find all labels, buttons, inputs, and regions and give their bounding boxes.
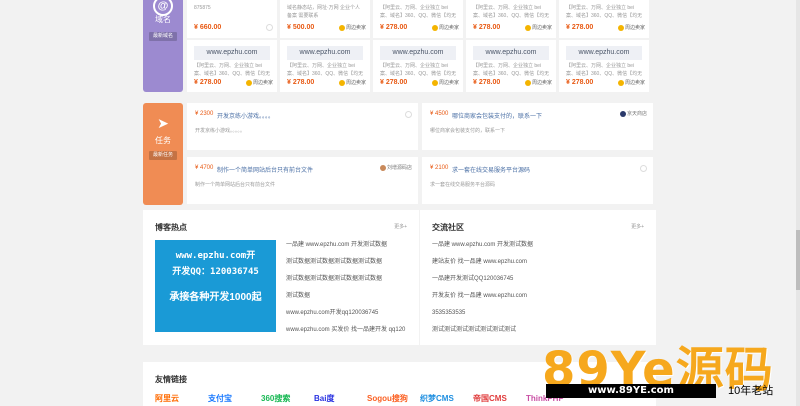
domain-card[interactable]: www.epzhu.com 【阿里云、万网、企业独立 bei案、域名】360、Q… (466, 40, 556, 92)
domain-card[interactable]: 875875 ¥ 660.00 (187, 0, 277, 38)
task-user[interactable]: 京天商店 (619, 110, 647, 117)
blog-item[interactable]: 测试数据 (286, 288, 414, 305)
watermark-url: www.89YE.com (546, 384, 716, 398)
domain-name[interactable]: www.epzhu.com (566, 46, 642, 60)
task-category-title: 任务 (155, 136, 171, 145)
seller-icon (524, 79, 531, 86)
blog-banner[interactable]: www.epzhu.com开 开发QQ：120036745 承接各种开发1000… (155, 240, 276, 332)
domain-card[interactable]: 域名静态站，网址·万网 企业个人备案 需要联系 ¥ 500.00 周边卖家 (280, 0, 370, 38)
seller-badge: 周边卖家 (617, 79, 645, 86)
friend-link-logo[interactable]: 360搜索 (261, 392, 290, 406)
seller-badge: 周边卖家 (524, 24, 552, 31)
domain-card[interactable]: 【阿里云、万网、企业独立 bei案、域名】360、QQ、微信【均无 ¥ 278.… (466, 0, 556, 38)
community-panel: 交流社区 更多+ 一品建 www.epzhu.com 开发测试数据 建站友价 找… (420, 210, 656, 345)
blog-panel: 博客热点 更多+ www.epzhu.com开 开发QQ：120036745 承… (143, 210, 419, 345)
domain-section: @ 域名 最新域名 875875 ¥ 660.00 域名静态站，网址·万网 企业… (143, 0, 656, 92)
task-title[interactable]: 制作一个简单网站后台只有前台文件 (217, 165, 313, 174)
domain-card[interactable]: www.epzhu.com 【阿里云、万网、企业独立 bei案、域名】360、Q… (559, 40, 649, 92)
ring-icon (640, 165, 647, 172)
seller-icon (431, 24, 438, 31)
send-icon: ➤ (157, 115, 169, 131)
domain-card[interactable]: 【阿里云、万网、企业独立 bei案、域名】360、QQ、微信【均无 ¥ 278.… (373, 0, 463, 38)
domain-card[interactable]: www.epzhu.com 【阿里云、万网、企业独立 bei案、域名】360、Q… (187, 40, 277, 92)
community-more-link[interactable]: 更多+ (631, 223, 644, 230)
avatar (619, 110, 626, 117)
blog-more-link[interactable]: 更多+ (394, 223, 407, 230)
domain-name[interactable]: www.epzhu.com (473, 46, 549, 60)
scrollbar-thumb[interactable] (796, 230, 800, 290)
task-title[interactable]: 哪位商家会包装支付的，联系一下 (452, 111, 542, 120)
seller-badge: 周边卖家 (245, 79, 273, 86)
blog-item[interactable]: www.epzhu.com 买发价 找一品建开发 qq120 (286, 322, 414, 339)
community-item[interactable]: 3535353535 (432, 305, 642, 322)
task-user[interactable]: 刘增源码店 (379, 164, 412, 171)
domain-card[interactable]: 【阿里云、万网、企业独立 bei案、域名】360、QQ、微信【均无 ¥ 278.… (559, 0, 649, 38)
friend-link-logo[interactable]: 织梦CMS (420, 392, 454, 406)
task-title[interactable]: 开发京练小游戏。。。。 (217, 111, 274, 120)
seller-icon (617, 24, 624, 31)
domain-card[interactable]: www.epzhu.com 【阿里云、万网、企业独立 bei案、域名】360、Q… (373, 40, 463, 92)
task-section: ➤ 任务 最新任务 ¥ 2300 开发京练小游戏。。。。 开发京练小游戏。。。。… (143, 103, 656, 205)
task-category-block[interactable]: ➤ 任务 最新任务 (143, 103, 183, 205)
seller-icon (431, 79, 438, 86)
friend-link-logo[interactable]: 阿里云 (155, 392, 179, 406)
domain-category-title: 域名 (155, 15, 171, 24)
community-title: 交流社区 (432, 223, 464, 232)
task-item[interactable]: ¥ 2100 求一套在线交易服务平台源码 求一套在线交易服务平台源码 (422, 157, 653, 204)
friend-link-logo[interactable]: Sogou搜狗 (367, 392, 408, 406)
ring-icon (405, 111, 412, 118)
community-list: 一品建 www.epzhu.com 开发测试数据 建站友价 找一品建 www.e… (432, 237, 642, 339)
community-item[interactable]: 一品建开发测试QQ120036745 (432, 271, 642, 288)
friend-link-logo[interactable]: 帝国CMS (473, 392, 507, 406)
community-item[interactable]: 建站友价 找一品建 www.epzhu.com (432, 254, 642, 271)
blog-item[interactable]: www.epzhu.com开发qq120036745 (286, 305, 414, 322)
watermark: 89Ye源码 www.89YE.com 10年老站 (542, 330, 800, 406)
community-item[interactable]: 一品建 www.epzhu.com 开发测试数据 (432, 237, 642, 254)
domain-name[interactable]: www.epzhu.com (380, 46, 456, 60)
domain-name[interactable]: www.epzhu.com (287, 46, 363, 60)
friend-links-title: 友情链接 (155, 375, 187, 384)
community-item[interactable]: 开发友价 找一品建 www.epzhu.com (432, 288, 642, 305)
seller-badge: 周边卖家 (338, 24, 366, 31)
blog-item[interactable]: 测试数据测试数据测试数据测试数据 (286, 271, 414, 288)
scrollbar[interactable] (796, 0, 800, 406)
seller-badge: 周边卖家 (431, 79, 459, 86)
domain-category-tag[interactable]: 最新域名 (149, 32, 177, 41)
seller-icon (524, 24, 531, 31)
seller-icon (338, 24, 345, 31)
blog-list: 一品建 www.epzhu.com 开发测试数据 测试数据测试数据测试数据测试数… (286, 237, 414, 339)
domain-name[interactable]: www.epzhu.com (194, 46, 270, 60)
blog-title: 博客热点 (155, 223, 187, 232)
seller-icon (245, 79, 252, 86)
task-title[interactable]: 求一套在线交易服务平台源码 (452, 165, 530, 174)
task-item[interactable]: ¥ 2300 开发京练小游戏。。。。 开发京练小游戏。。。。。 (187, 103, 418, 150)
seller-badge: 周边卖家 (338, 79, 366, 86)
seller-badge: 周边卖家 (524, 79, 552, 86)
task-item[interactable]: ¥ 4500 哪位商家会包装支付的，联系一下 哪位商家会包装支付的，联系一下 京… (422, 103, 653, 150)
blog-item[interactable]: 测试数据测试数据测试数据测试数据 (286, 254, 414, 271)
seller-badge: 周边卖家 (617, 24, 645, 31)
blog-item[interactable]: 一品建 www.epzhu.com 开发测试数据 (286, 237, 414, 254)
friend-link-logo[interactable]: 支付宝 (208, 392, 232, 406)
domain-card[interactable]: www.epzhu.com 【阿里云、万网、企业独立 bei案、域名】360、Q… (280, 40, 370, 92)
seller-badge: 周边卖家 (431, 24, 459, 31)
friend-link-logo[interactable]: Bai度 (314, 392, 334, 406)
watermark-tag: 10年老站 (728, 385, 774, 397)
friend-links-logos: 阿里云 支付宝 360搜索 Bai度 Sogou搜狗 织梦CMS 帝国CMS ThinkPHP (155, 392, 575, 406)
seller-icon (338, 79, 345, 86)
task-item[interactable]: ¥ 4700 制作一个简单网站后台只有前台文件 制作一个简单网站后台只有前台文件… (187, 157, 418, 204)
task-category-tag[interactable]: 最新任务 (149, 151, 177, 160)
avatar (379, 164, 386, 171)
domain-category-block[interactable]: @ 域名 最新域名 (143, 0, 183, 92)
ring-icon (266, 24, 273, 31)
seller-icon (617, 79, 624, 86)
